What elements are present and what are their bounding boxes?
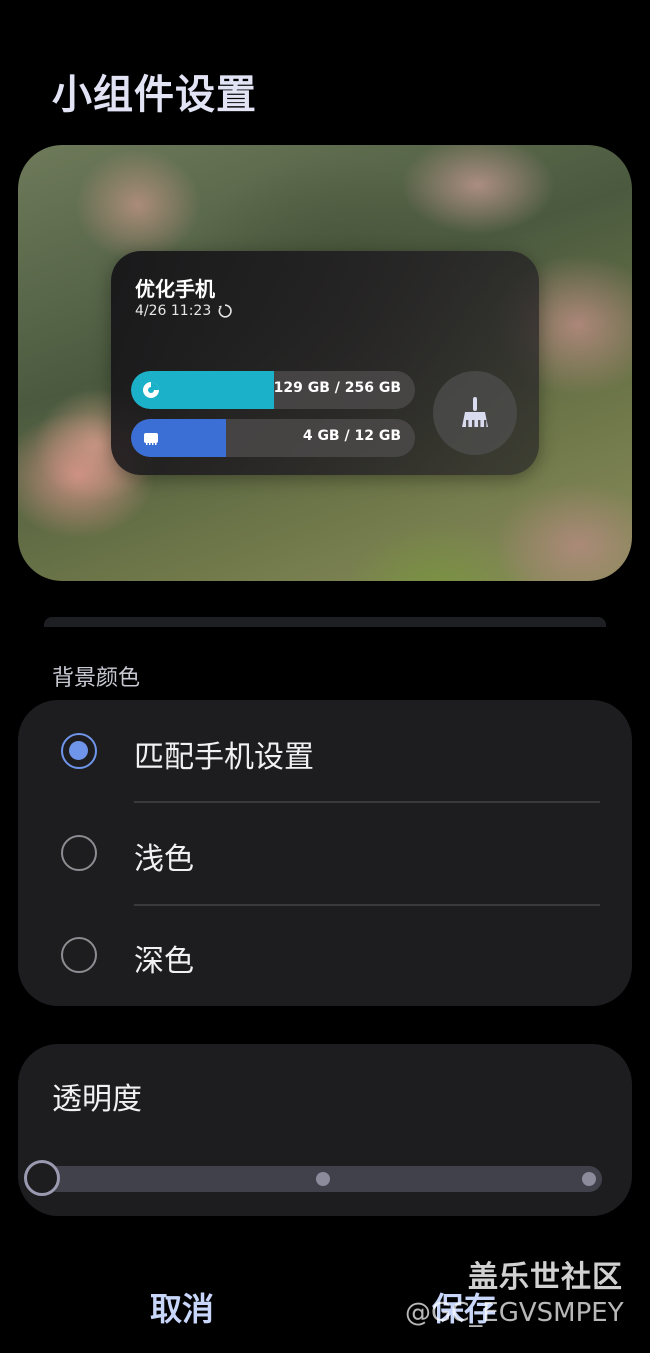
option-label: 浅色: [134, 842, 194, 877]
widget-timestamp: 4/26 11:23: [135, 303, 233, 319]
option-match-phone[interactable]: 匹配手机设置: [18, 700, 632, 802]
clean-button[interactable]: [433, 371, 517, 455]
watermark-community: 盖乐世社区: [468, 1260, 623, 1295]
memory-usage-bar: 4 GB / 12 GB: [131, 419, 415, 457]
transparency-label: 透明度: [52, 1082, 142, 1117]
option-label: 匹配手机设置: [134, 740, 314, 775]
optimize-phone-widget: 优化手机 4/26 11:23 129 GB / 256 GB 4 GB / 1…: [111, 251, 539, 475]
storage-usage-bar: 129 GB / 256 GB: [131, 371, 415, 409]
option-light[interactable]: 浅色: [18, 802, 632, 904]
refresh-icon: [218, 304, 232, 318]
option-dark[interactable]: 深色: [18, 904, 632, 1006]
transparency-slider[interactable]: [44, 1166, 602, 1192]
widget-time-text: 4/26 11:23: [135, 303, 212, 319]
radio-unselected[interactable]: [61, 937, 97, 973]
widget-settings-page: 小组件设置 优化手机 4/26 11:23 129 GB / 256 GB 4 …: [0, 0, 650, 1353]
cancel-button[interactable]: 取消: [150, 1284, 214, 1330]
background-color-options: 匹配手机设置 浅色 深色: [18, 700, 632, 1006]
slider-step-dot: [582, 1172, 596, 1186]
radio-selected[interactable]: [61, 733, 97, 769]
memory-chip-icon: [144, 433, 158, 445]
slider-thumb[interactable]: [24, 1160, 60, 1196]
preview-scroll-edge: [44, 617, 606, 627]
slider-step-dot: [316, 1172, 330, 1186]
memory-usage-text: 4 GB / 12 GB: [302, 428, 401, 444]
widget-title: 优化手机: [135, 277, 215, 301]
watermark-handle: @GC_EGVSMPEY: [405, 1298, 624, 1328]
pie-chart-icon: [143, 382, 159, 398]
background-color-label: 背景颜色: [52, 666, 141, 691]
option-label: 深色: [134, 944, 194, 979]
broom-icon: [462, 397, 488, 427]
page-title: 小组件设置: [52, 72, 257, 118]
transparency-card: 透明度: [18, 1044, 632, 1216]
radio-unselected[interactable]: [61, 835, 97, 871]
storage-usage-text: 129 GB / 256 GB: [273, 380, 401, 396]
